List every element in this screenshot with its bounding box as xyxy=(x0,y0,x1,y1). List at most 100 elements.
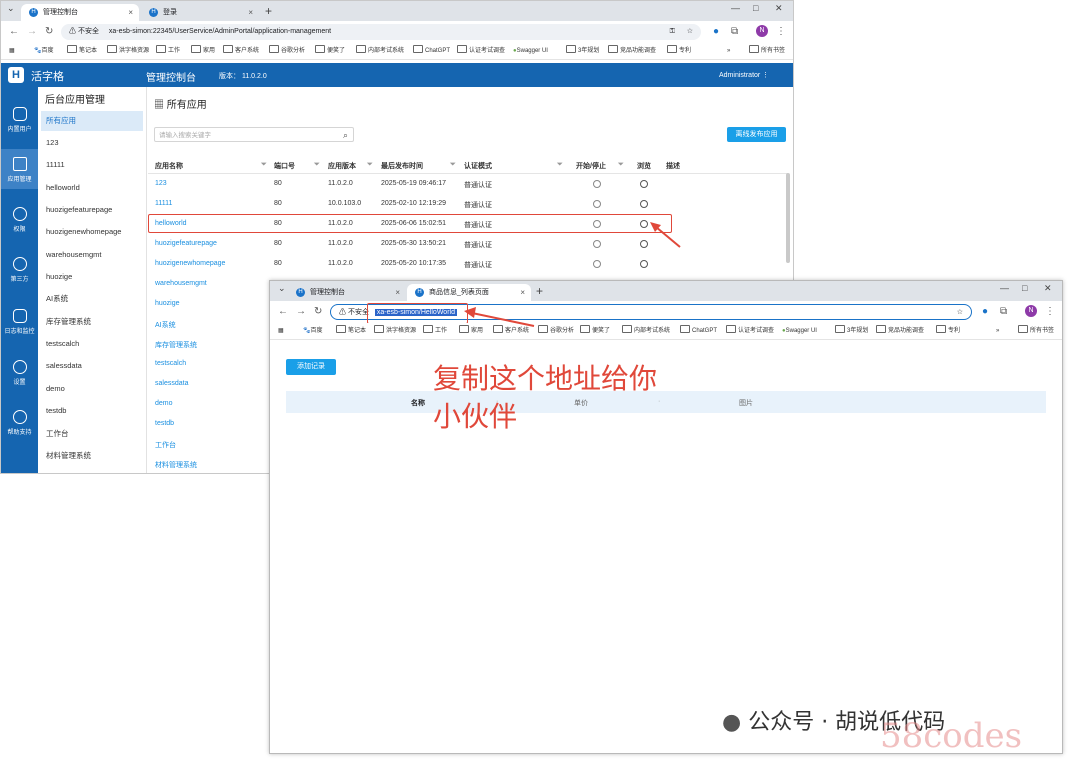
bookmark-item[interactable]: 客户系统 xyxy=(223,43,259,59)
back-icon[interactable]: ← xyxy=(278,306,288,317)
menu-item[interactable]: demo xyxy=(41,379,143,399)
puzzle-icon[interactable]: ⧉ xyxy=(731,26,738,37)
menu-item[interactable]: AI系统 xyxy=(41,289,143,309)
app-name-link[interactable]: huozigefeaturepage xyxy=(155,240,217,247)
filter-icon[interactable]: ⏷ xyxy=(367,161,373,169)
app-name-link[interactable]: 11111 xyxy=(155,200,172,207)
tab-admin-console[interactable]: H 管理控制台 × xyxy=(21,4,139,21)
menu-item[interactable]: 材料管理系统 xyxy=(41,446,143,466)
nav-help[interactable]: 帮助支持 xyxy=(1,410,38,436)
maximize-icon[interactable]: □ xyxy=(753,3,758,13)
globe-icon[interactable] xyxy=(640,180,648,188)
tab-admin-console[interactable]: H 管理控制台 × xyxy=(288,284,406,301)
overflow-chevron-icon[interactable]: » xyxy=(727,43,730,59)
add-record-button[interactable]: 添加记录 xyxy=(286,359,336,375)
filter-icon[interactable]: ⏷ xyxy=(450,161,456,169)
bookmark-item[interactable]: 认证考试调查 xyxy=(726,323,774,339)
bookmark-item[interactable]: 笔记本 xyxy=(67,43,97,59)
offline-publish-button[interactable]: 离线发布应用 xyxy=(727,127,786,142)
filter-icon[interactable]: ⏷ xyxy=(314,161,320,169)
app-name-link[interactable]: 库存管理系统 xyxy=(155,340,197,350)
app-name-link[interactable]: helloworld xyxy=(155,220,187,227)
app-name-link[interactable]: huozigenewhomepage xyxy=(155,260,225,267)
extension-icon[interactable]: ● xyxy=(713,26,719,37)
bookmark-item[interactable]: 内部考试系统 xyxy=(356,43,404,59)
bookmark-item[interactable]: 专利 xyxy=(936,323,960,339)
app-name-link[interactable]: salessdata xyxy=(155,380,188,387)
menu-item[interactable]: 11111 xyxy=(41,155,143,175)
overflow-chevron-icon[interactable]: » xyxy=(996,323,999,339)
user-menu[interactable]: Administrator ⋮ xyxy=(719,71,769,79)
menu-item[interactable]: huozigefeaturepage xyxy=(41,200,143,220)
key-icon[interactable]: ⚿ xyxy=(670,24,675,40)
tab-menu-icon[interactable]: ⌄ xyxy=(278,283,286,294)
maximize-icon[interactable]: □ xyxy=(1022,283,1027,293)
forward-icon[interactable]: → xyxy=(296,306,306,317)
menu-item[interactable]: huozige xyxy=(41,267,143,287)
extension-icon[interactable]: ● xyxy=(982,306,988,317)
nav-permissions[interactable]: 权限 xyxy=(1,207,38,233)
start-stop-icon[interactable] xyxy=(593,180,601,188)
close-icon[interactable]: × xyxy=(248,4,253,21)
globe-icon[interactable] xyxy=(640,200,648,208)
bookmark-item[interactable]: 认证考试调查 xyxy=(457,43,505,59)
bookmark-item[interactable]: 洪字格资源 xyxy=(107,43,149,59)
app-name-link[interactable]: huozige xyxy=(155,300,180,307)
all-bookmarks[interactable]: 所有书签 xyxy=(1018,323,1054,339)
bookmark-item[interactable]: 谷歌分析 xyxy=(269,43,305,59)
more-menu-icon[interactable]: ⋮ xyxy=(776,26,786,37)
bookmark-item[interactable]: 工作 xyxy=(423,323,447,339)
new-tab-icon[interactable]: + xyxy=(536,284,543,298)
puzzle-icon[interactable]: ⧉ xyxy=(1000,306,1007,317)
more-menu-icon[interactable]: ⋮ xyxy=(1045,306,1055,317)
filter-icon[interactable]: ⏷ xyxy=(261,161,267,169)
nav-settings[interactable]: 设置 xyxy=(1,360,38,386)
tab-menu-icon[interactable]: ⌄ xyxy=(7,3,15,14)
tab-login[interactable]: H 登录 × xyxy=(141,4,259,21)
minimize-icon[interactable]: — xyxy=(1000,283,1009,293)
globe-icon[interactable] xyxy=(640,260,648,268)
menu-item[interactable]: salessdata xyxy=(41,356,143,376)
apps-grid-icon[interactable]: ▦ xyxy=(9,43,15,59)
app-name-link[interactable]: warehousemgmt xyxy=(155,280,207,287)
profile-avatar[interactable]: N xyxy=(756,25,768,37)
bookmark-item[interactable]: 便笑了 xyxy=(315,43,345,59)
start-stop-icon[interactable] xyxy=(593,240,601,248)
bookmark-item[interactable]: 家用 xyxy=(191,43,215,59)
star-icon[interactable]: ☆ xyxy=(957,305,963,321)
menu-item[interactable]: warehousemgmt xyxy=(41,245,143,265)
scrollbar[interactable] xyxy=(786,173,790,263)
new-tab-icon[interactable]: + xyxy=(265,4,272,18)
bookmark-item[interactable]: 3年规划 xyxy=(566,43,599,59)
reload-icon[interactable]: ↻ xyxy=(314,306,322,317)
app-name-link[interactable]: AI系统 xyxy=(155,320,176,330)
bookmark-item[interactable]: ●Swagger UI xyxy=(513,43,548,59)
bookmark-item[interactable]: 洪字格资源 xyxy=(374,323,416,339)
close-icon[interactable]: × xyxy=(520,284,525,301)
menu-item[interactable]: helloworld xyxy=(41,178,143,198)
menu-item[interactable]: 123 xyxy=(41,133,143,153)
filter-icon[interactable]: ⏷ xyxy=(557,161,563,169)
bookmark-item[interactable]: ChatGPT xyxy=(680,323,717,339)
nav-logs[interactable]: 日志和监控 xyxy=(1,309,38,335)
menu-item[interactable]: testdb xyxy=(41,401,143,421)
apps-grid-icon[interactable]: ▦ xyxy=(278,323,284,339)
profile-avatar[interactable]: N xyxy=(1025,305,1037,317)
forward-icon[interactable]: → xyxy=(27,26,37,37)
bookmark-item[interactable]: ●Swagger UI xyxy=(782,323,817,339)
bookmark-item[interactable]: 工作 xyxy=(156,43,180,59)
bookmark-item[interactable]: 🐾百度 xyxy=(303,323,323,339)
app-name-link[interactable]: 材料管理系统 xyxy=(155,460,197,470)
bookmark-item[interactable]: ChatGPT xyxy=(413,43,450,59)
all-bookmarks[interactable]: 所有书签 xyxy=(749,43,785,59)
app-name-link[interactable]: testdb xyxy=(155,420,174,427)
menu-item[interactable]: 库存管理系统 xyxy=(41,312,143,332)
reload-icon[interactable]: ↻ xyxy=(45,26,53,37)
bookmark-item[interactable]: 竞品功能调查 xyxy=(608,43,656,59)
bookmark-item[interactable]: 3年规划 xyxy=(835,323,868,339)
star-icon[interactable]: ☆ xyxy=(687,24,693,40)
bookmark-item[interactable]: 竞品功能调查 xyxy=(876,323,924,339)
back-icon[interactable]: ← xyxy=(9,26,19,37)
app-name-link[interactable]: 123 xyxy=(155,180,167,187)
nav-app-management[interactable]: 应用管理 xyxy=(1,149,38,189)
